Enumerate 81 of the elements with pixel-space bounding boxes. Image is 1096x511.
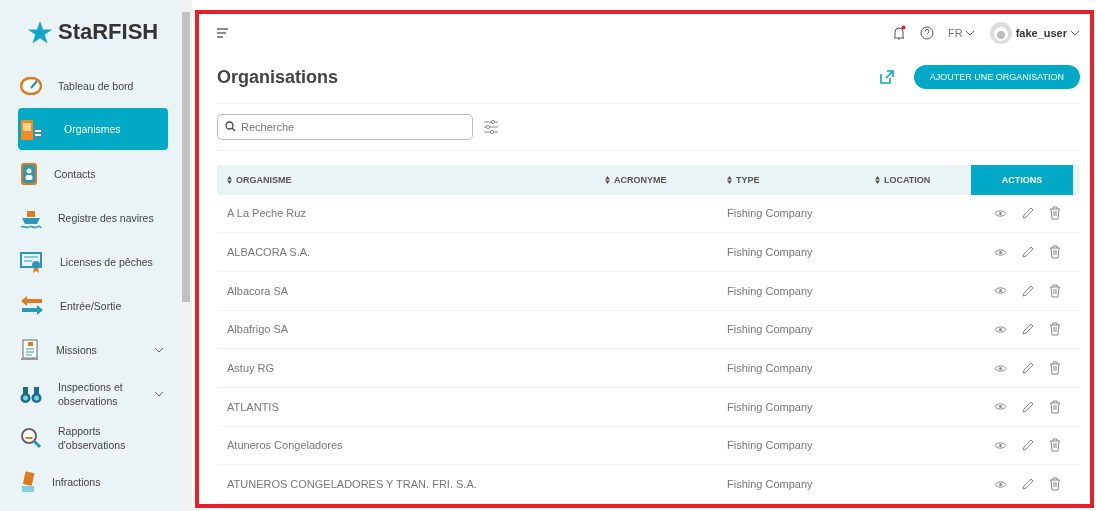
table-cell-text: Fishing Company [726, 478, 814, 491]
column-header: ACTIONS [971, 164, 1073, 195]
view-icon[interactable] [994, 402, 1007, 412]
view-icon[interactable] [994, 286, 1007, 296]
view-icon[interactable] [994, 479, 1007, 489]
table-cell-text: ATUNEROS CONGELADORES Y TRAN. FRI. S.A. [226, 478, 478, 491]
delete-icon[interactable] [1049, 206, 1061, 221]
user-menu[interactable]: fake_user [988, 20, 1080, 45]
binoculars-icon [20, 384, 42, 404]
sidebar-item[interactable]: Licenses de pêches [18, 240, 168, 284]
view-icon[interactable] [994, 208, 1007, 218]
column-header[interactable]: LOCATION [865, 164, 971, 195]
page-title: Organisations [217, 66, 339, 88]
sidebar-item[interactable]: Registre des navires [18, 196, 168, 240]
chevron-down-icon [154, 347, 164, 353]
table-cell-text: ALBACORA S.A. [226, 246, 312, 259]
address-book-icon [20, 163, 38, 185]
document-icon [20, 339, 40, 361]
table-cell-text: Albacora SA [226, 284, 290, 297]
delete-icon[interactable] [1049, 322, 1061, 337]
search-field[interactable]: Recherche [217, 114, 473, 141]
edit-icon[interactable] [1021, 322, 1035, 337]
table-cell-text: Atuneros Congeladores [226, 439, 344, 452]
table-cell-text: Fishing Company [726, 323, 814, 336]
language-selector[interactable]: FR [947, 26, 975, 39]
table-cell-text: Fishing Company [726, 439, 814, 452]
table-cell-text: Fishing Company [726, 246, 814, 259]
view-icon[interactable] [994, 324, 1007, 334]
search-icon [225, 121, 236, 133]
table-cell-text: Fishing Company [726, 362, 814, 375]
card-hand-icon [20, 471, 36, 493]
column-header[interactable]: ACRONYME [595, 164, 717, 195]
view-icon[interactable] [994, 440, 1007, 450]
chevron-down-icon [154, 391, 164, 397]
table-cell-text: Fishing Company [726, 284, 814, 297]
table-cell-text: Fishing Company [726, 400, 814, 413]
magnifier-icon [20, 427, 42, 449]
table-cell-text: A La Peche Ruz [226, 207, 307, 220]
delete-icon[interactable] [1049, 361, 1061, 376]
star-icon [28, 20, 52, 44]
edit-icon[interactable] [1021, 361, 1035, 376]
edit-icon[interactable] [1021, 399, 1035, 414]
menu-icon[interactable] [217, 27, 229, 38]
table-cell-text: Albafrigo SA [226, 323, 290, 336]
external-link-icon[interactable] [879, 70, 894, 85]
filter-icon[interactable] [483, 120, 499, 135]
chevron-down-icon [964, 29, 975, 36]
table-cell-text: Fishing Company [726, 207, 814, 220]
edit-icon[interactable] [1021, 245, 1035, 260]
edit-icon[interactable] [1021, 283, 1035, 298]
view-icon[interactable] [994, 363, 1007, 373]
sidebar-item[interactable]: Contacts [18, 152, 168, 196]
sidebar-item[interactable]: Inspections et observations [18, 372, 168, 416]
help-icon[interactable] [919, 25, 934, 40]
building-icon [20, 118, 44, 140]
delete-icon[interactable] [1049, 245, 1061, 260]
sidebar-item[interactable]: Entrée/Sortie [18, 284, 168, 328]
delete-icon[interactable] [1049, 438, 1061, 453]
table-cell-text: Astuy RG [226, 362, 276, 375]
bell-icon[interactable] [891, 24, 906, 41]
arrows-icon [20, 295, 44, 317]
delete-icon[interactable] [1049, 283, 1061, 298]
brand-logo: StaRFISH [58, 19, 159, 45]
table-cell-text: ATLANTIS [226, 400, 280, 413]
delete-icon[interactable] [1049, 477, 1061, 492]
delete-icon[interactable] [1049, 399, 1061, 414]
scrollbar[interactable] [180, 0, 192, 511]
sidebar-item[interactable]: Rapports d'observations [18, 416, 168, 460]
avatar-icon [988, 20, 1013, 45]
edit-icon[interactable] [1021, 477, 1035, 492]
column-header[interactable]: TYPE [717, 164, 865, 195]
sidebar-item[interactable]: Infractions [18, 460, 168, 504]
edit-icon[interactable] [1021, 438, 1035, 453]
certificate-icon [20, 251, 44, 273]
column-header[interactable]: ORGANISME [217, 164, 595, 195]
chevron-down-icon [1070, 29, 1080, 36]
sidebar-item[interactable]: Missions [18, 328, 168, 372]
sidebar-item[interactable]: Tableau de bord [18, 64, 168, 108]
edit-icon[interactable] [1021, 206, 1035, 221]
gauge-icon [20, 77, 42, 95]
view-icon[interactable] [994, 247, 1007, 257]
